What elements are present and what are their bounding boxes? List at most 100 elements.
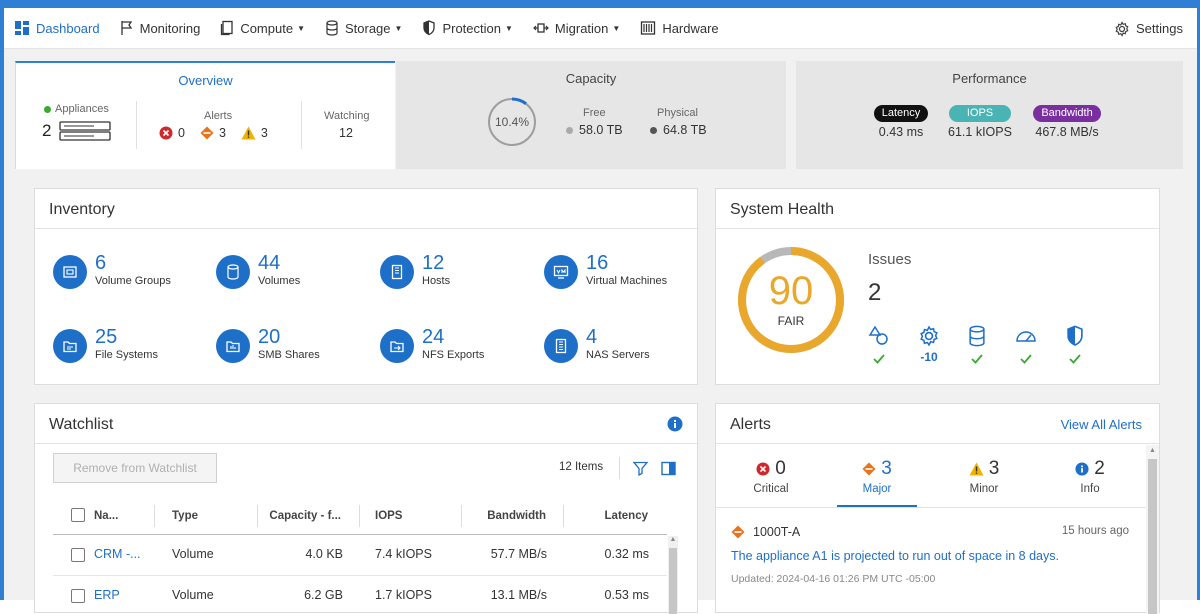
table-scrollbar[interactable]: ▲ bbox=[668, 536, 678, 614]
filter-icon[interactable] bbox=[633, 461, 648, 476]
inventory-nfs-exports[interactable]: 24 NFS Exports bbox=[380, 326, 484, 363]
info-icon[interactable] bbox=[667, 416, 683, 432]
health-category-performance[interactable] bbox=[1014, 325, 1038, 370]
column-header-latency[interactable]: Latency bbox=[563, 497, 648, 535]
alert-tab-major[interactable]: 3 Major bbox=[837, 458, 917, 507]
divider bbox=[136, 101, 137, 149]
row-checkbox[interactable] bbox=[71, 548, 85, 562]
health-category-configuration[interactable]: -10 bbox=[914, 325, 944, 364]
appliance-server-icon bbox=[59, 121, 112, 141]
capacity-physical-label: Physical bbox=[657, 107, 698, 119]
column-header-name[interactable]: Na... bbox=[94, 497, 118, 535]
chevron-down-icon: ▼ bbox=[297, 23, 305, 33]
alert-tab-critical[interactable]: 0 Critical bbox=[731, 458, 811, 495]
inventory-value: 6 bbox=[95, 252, 107, 274]
column-header-bandwidth[interactable]: Bandwidth bbox=[461, 497, 546, 535]
inventory-smb-shares[interactable]: 20 SMB Shares bbox=[216, 326, 320, 363]
inventory-label: NAS Servers bbox=[586, 349, 650, 361]
settings-button[interactable]: Settings bbox=[1114, 8, 1183, 49]
capacity-percent: 10.4% bbox=[494, 115, 530, 129]
capacity-free-value: 58.0 TB bbox=[579, 123, 623, 137]
nav-compute[interactable]: Compute ▼ bbox=[210, 8, 315, 49]
tab-capacity[interactable]: Capacity 10.4% Free 58.0 TB Physical 64.… bbox=[396, 61, 786, 169]
nav-dashboard[interactable]: Dashboard bbox=[4, 8, 110, 49]
columns-icon[interactable] bbox=[661, 461, 676, 476]
alert-tab-minor[interactable]: 3 Minor bbox=[944, 458, 1024, 495]
alerts-critical-count: 0 bbox=[178, 126, 185, 140]
check-icon bbox=[971, 354, 983, 364]
alert-message-link[interactable]: The appliance A1 is projected to run out… bbox=[731, 549, 1059, 563]
alerts-major-count: 3 bbox=[218, 126, 226, 140]
watchlist-title: Watchlist bbox=[35, 404, 697, 444]
alert-tab-info[interactable]: 2 Info bbox=[1050, 458, 1130, 495]
column-header-capacity[interactable]: Capacity - f... bbox=[257, 497, 341, 535]
remove-from-watchlist-button[interactable]: Remove from Watchlist bbox=[53, 453, 217, 483]
capacity-free-label: Free bbox=[583, 107, 606, 119]
inventory-file-systems[interactable]: 25 File Systems bbox=[53, 326, 158, 363]
scroll-up-icon[interactable]: ▲ bbox=[668, 536, 678, 543]
hardware-icon bbox=[641, 21, 656, 35]
appliances-count-row[interactable]: 2 bbox=[42, 121, 112, 141]
health-category-capacity[interactable] bbox=[966, 325, 988, 370]
scrollbar-thumb[interactable] bbox=[669, 548, 677, 614]
tab-overview-title: Overview bbox=[178, 73, 233, 88]
alerts-scrollbar[interactable]: ▲ bbox=[1146, 445, 1159, 614]
health-category-components[interactable] bbox=[868, 325, 890, 370]
inventory-volumes[interactable]: 44 Volumes bbox=[216, 252, 300, 289]
nav-protection[interactable]: Protection ▼ bbox=[412, 8, 522, 49]
view-all-alerts-link[interactable]: View All Alerts bbox=[1061, 417, 1142, 432]
alerts-summary[interactable]: 0 3 3 bbox=[159, 126, 268, 140]
inventory-virtual-machines[interactable]: 16 Virtual Machines bbox=[544, 252, 667, 289]
scrollbar-thumb[interactable] bbox=[1148, 459, 1157, 614]
nav-monitoring[interactable]: Monitoring bbox=[110, 8, 211, 49]
inventory-label: Volume Groups bbox=[95, 275, 171, 287]
column-header-iops[interactable]: IOPS bbox=[375, 497, 402, 535]
inventory-volume-groups[interactable]: 6 Volume Groups bbox=[53, 252, 171, 289]
nav-storage[interactable]: Storage ▼ bbox=[315, 8, 412, 49]
health-category-protection[interactable] bbox=[1064, 325, 1086, 370]
shield-icon bbox=[423, 20, 436, 36]
file-system-icon bbox=[53, 329, 87, 363]
capacity-physical-value: 64.8 TB bbox=[663, 123, 707, 137]
settings-label: Settings bbox=[1136, 21, 1183, 36]
minor-icon bbox=[969, 462, 984, 476]
tab-performance[interactable]: Performance Latency 0.43 ms IOPS 61.1 kI… bbox=[796, 61, 1183, 169]
watching-count[interactable]: 12 bbox=[339, 126, 353, 140]
nav-storage-label: Storage bbox=[344, 20, 391, 36]
chevron-down-icon: ▼ bbox=[394, 23, 403, 33]
scroll-up-icon[interactable]: ▲ bbox=[1146, 447, 1159, 454]
volume-group-icon bbox=[53, 255, 87, 289]
column-header-type[interactable]: Type bbox=[172, 497, 198, 535]
column-divider[interactable] bbox=[154, 505, 155, 527]
nav-migration[interactable]: Migration ▼ bbox=[523, 8, 630, 49]
inventory-hosts[interactable]: 12 Hosts bbox=[380, 252, 450, 289]
capacity-free: 58.0 TB bbox=[566, 123, 623, 137]
alert-updated: Updated: 2024-04-16 01:26 PM UTC -05:00 bbox=[731, 573, 936, 585]
dashboard-main: Overview Appliances 2 Alerts 0 3 3 Watch… bbox=[4, 49, 1197, 614]
alert-time: 15 hours ago bbox=[1061, 525, 1129, 537]
nav-hardware[interactable]: Hardware bbox=[630, 8, 728, 49]
tab-overview[interactable]: Overview Appliances 2 Alerts 0 3 3 Watch… bbox=[15, 61, 395, 169]
database-icon bbox=[326, 20, 338, 36]
inventory-label: SMB Shares bbox=[258, 349, 320, 361]
select-all-checkbox[interactable] bbox=[71, 508, 85, 522]
alerts-label: Alerts bbox=[204, 110, 233, 122]
table-row[interactable]: CRM -... Volume 4.0 KB 7.4 kIOPS 57.7 MB… bbox=[53, 536, 667, 576]
row-name-link[interactable]: CRM -... bbox=[94, 547, 141, 561]
minor-icon bbox=[241, 126, 256, 140]
tab-capacity-title: Capacity bbox=[565, 71, 617, 86]
inventory-label: File Systems bbox=[95, 349, 158, 361]
check-icon bbox=[1020, 354, 1032, 364]
inventory-nas-servers[interactable]: 4 NAS Servers bbox=[544, 326, 650, 363]
inventory-label: NFS Exports bbox=[422, 349, 485, 361]
table-row[interactable]: ERP Volume 6.2 GB 1.7 kIOPS 13.1 MB/s 0.… bbox=[53, 577, 667, 613]
column-divider[interactable] bbox=[359, 505, 360, 527]
alert-severity-tabs: 0 Critical 3 Major 3 Minor 2 Info bbox=[716, 458, 1146, 508]
system-health-title: System Health bbox=[716, 189, 1159, 229]
inventory-value: 20 bbox=[258, 326, 281, 348]
health-category-score: -10 bbox=[920, 350, 938, 364]
alert-list-item[interactable]: 1000T-A 15 hours ago The appliance A1 is… bbox=[716, 509, 1146, 614]
row-checkbox[interactable] bbox=[71, 589, 85, 603]
nav-dashboard-label: Dashboard bbox=[36, 20, 100, 36]
latency-value: 0.43 ms bbox=[878, 125, 924, 139]
